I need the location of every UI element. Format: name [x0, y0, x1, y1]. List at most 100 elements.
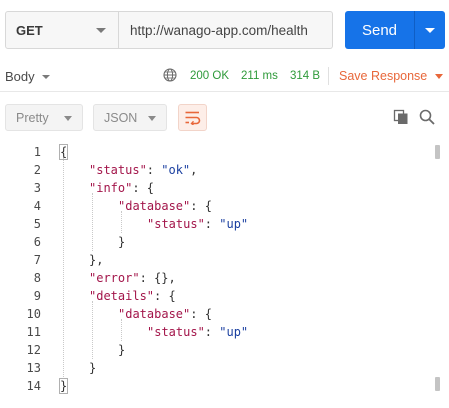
code-text: "status": "up": [147, 215, 248, 233]
code-line: 12}: [0, 341, 430, 359]
line-number: 3: [33, 181, 41, 195]
json-punctuation: },: [89, 253, 104, 267]
line-number: 2: [33, 163, 41, 177]
save-response-button[interactable]: Save Response: [339, 69, 444, 83]
send-options-button[interactable]: [415, 11, 445, 49]
chevron-down-icon: [96, 28, 106, 33]
search-icon[interactable]: [419, 109, 435, 125]
line-number: 10: [26, 307, 41, 321]
line-number: 11: [26, 325, 41, 339]
chevron-down-icon: [41, 74, 50, 79]
json-punctuation: }: [58, 378, 69, 394]
status-code[interactable]: 200 OK: [190, 70, 229, 82]
code-line: 8 "error": {},: [0, 269, 430, 287]
body-view-label: Body: [5, 69, 35, 84]
format-select[interactable]: Pretty: [5, 104, 83, 131]
json-punctuation: {: [58, 144, 69, 160]
code-text: }: [58, 377, 69, 395]
json-punctuation: : {: [190, 307, 212, 321]
line-number: 5: [33, 217, 41, 231]
json-key: "status": [147, 217, 205, 231]
code-text: "database": {: [118, 197, 212, 215]
json-punctuation: }: [89, 361, 97, 375]
send-button[interactable]: Send: [345, 11, 445, 49]
code-line: 2 "status": "ok",: [0, 161, 430, 179]
wrap-lines-button[interactable]: [178, 104, 207, 131]
code-line: 13}: [0, 359, 430, 377]
chevron-down-icon: [64, 116, 72, 121]
code-text: }: [118, 233, 125, 251]
json-key: "details": [89, 289, 155, 303]
code-text: "database": {: [118, 305, 212, 323]
code-text: "error": {},: [89, 269, 176, 287]
json-key: "database": [118, 199, 191, 213]
json-string: "up": [219, 325, 249, 339]
code-text: {: [58, 143, 69, 161]
json-punctuation: : {: [190, 199, 212, 213]
scrollbar-thumb[interactable]: [435, 145, 440, 159]
code-line: 14}: [0, 377, 430, 395]
json-punctuation: : {: [132, 181, 155, 195]
line-number: 14: [26, 379, 41, 393]
json-punctuation: }: [118, 235, 126, 249]
json-punctuation: : {},: [139, 271, 176, 285]
json-key: "info": [89, 181, 133, 195]
code-text: }: [118, 341, 125, 359]
code-text: "status": "ok",: [89, 161, 197, 179]
method-label: GET: [16, 22, 43, 38]
code-text: "details": {: [89, 287, 176, 305]
chevron-down-icon: [425, 27, 435, 33]
json-key: "status": [147, 325, 205, 339]
response-size[interactable]: 314 B: [290, 70, 320, 82]
line-number: 12: [26, 343, 41, 357]
json-string: "up": [219, 217, 249, 231]
save-response-label: Save Response: [339, 69, 428, 83]
response-time[interactable]: 211 ms: [241, 70, 278, 82]
code-line: 1{: [0, 143, 430, 161]
wrap-lines-icon: [185, 111, 201, 125]
code-text: "info": {: [89, 179, 154, 197]
code-line: 7},: [0, 251, 430, 269]
line-number: 6: [33, 235, 41, 249]
response-body-viewer[interactable]: 1{2 "status": "ok", 3 "info": {4 "database":…: [0, 143, 449, 398]
json-punctuation: ,: [190, 163, 198, 177]
json-punctuation: :: [146, 163, 162, 177]
json-key: "status": [89, 163, 147, 177]
json-punctuation: :: [204, 325, 220, 339]
json-key: "error": [89, 271, 140, 285]
scrollbar-thumb[interactable]: [435, 377, 440, 391]
language-select[interactable]: JSON: [93, 104, 167, 131]
code-line: 3 "info": {: [0, 179, 430, 197]
line-number: 9: [33, 289, 41, 303]
globe-icon[interactable]: [163, 68, 177, 82]
line-number: 4: [33, 199, 41, 213]
method-select[interactable]: GET: [5, 11, 119, 49]
code-line: 9 "details": {: [0, 287, 430, 305]
line-number: 13: [26, 361, 41, 375]
line-number: 1: [33, 145, 41, 159]
json-key: "database": [118, 307, 191, 321]
format-label: Pretty: [16, 110, 49, 125]
line-number: 7: [33, 253, 41, 267]
response-meta-bar: Body 200 OK 211 ms 314 B Save Response: [0, 60, 449, 92]
line-number: 8: [33, 271, 41, 285]
code-text: },: [89, 251, 103, 269]
send-label: Send: [361, 21, 398, 39]
body-view-select[interactable]: Body: [5, 69, 50, 84]
language-label: JSON: [104, 110, 138, 125]
url-input[interactable]: http://wanago-app.com/health: [119, 11, 333, 49]
json-punctuation: }: [118, 343, 126, 357]
code-line: 10 "database": {: [0, 305, 430, 323]
json-string: "ok": [161, 163, 191, 177]
code-line: 11 "status": "up": [0, 323, 430, 341]
json-punctuation: : {: [154, 289, 176, 303]
copy-icon[interactable]: [393, 109, 409, 125]
code-line: 5 "status": "up": [0, 215, 430, 233]
code-line: 6}: [0, 233, 430, 251]
code-line: 4 "database": {: [0, 197, 430, 215]
code-text: }: [89, 359, 96, 377]
divider: [328, 67, 329, 85]
code-text: "status": "up": [147, 323, 248, 341]
chevron-down-icon: [435, 73, 444, 79]
chevron-down-icon: [148, 116, 156, 121]
